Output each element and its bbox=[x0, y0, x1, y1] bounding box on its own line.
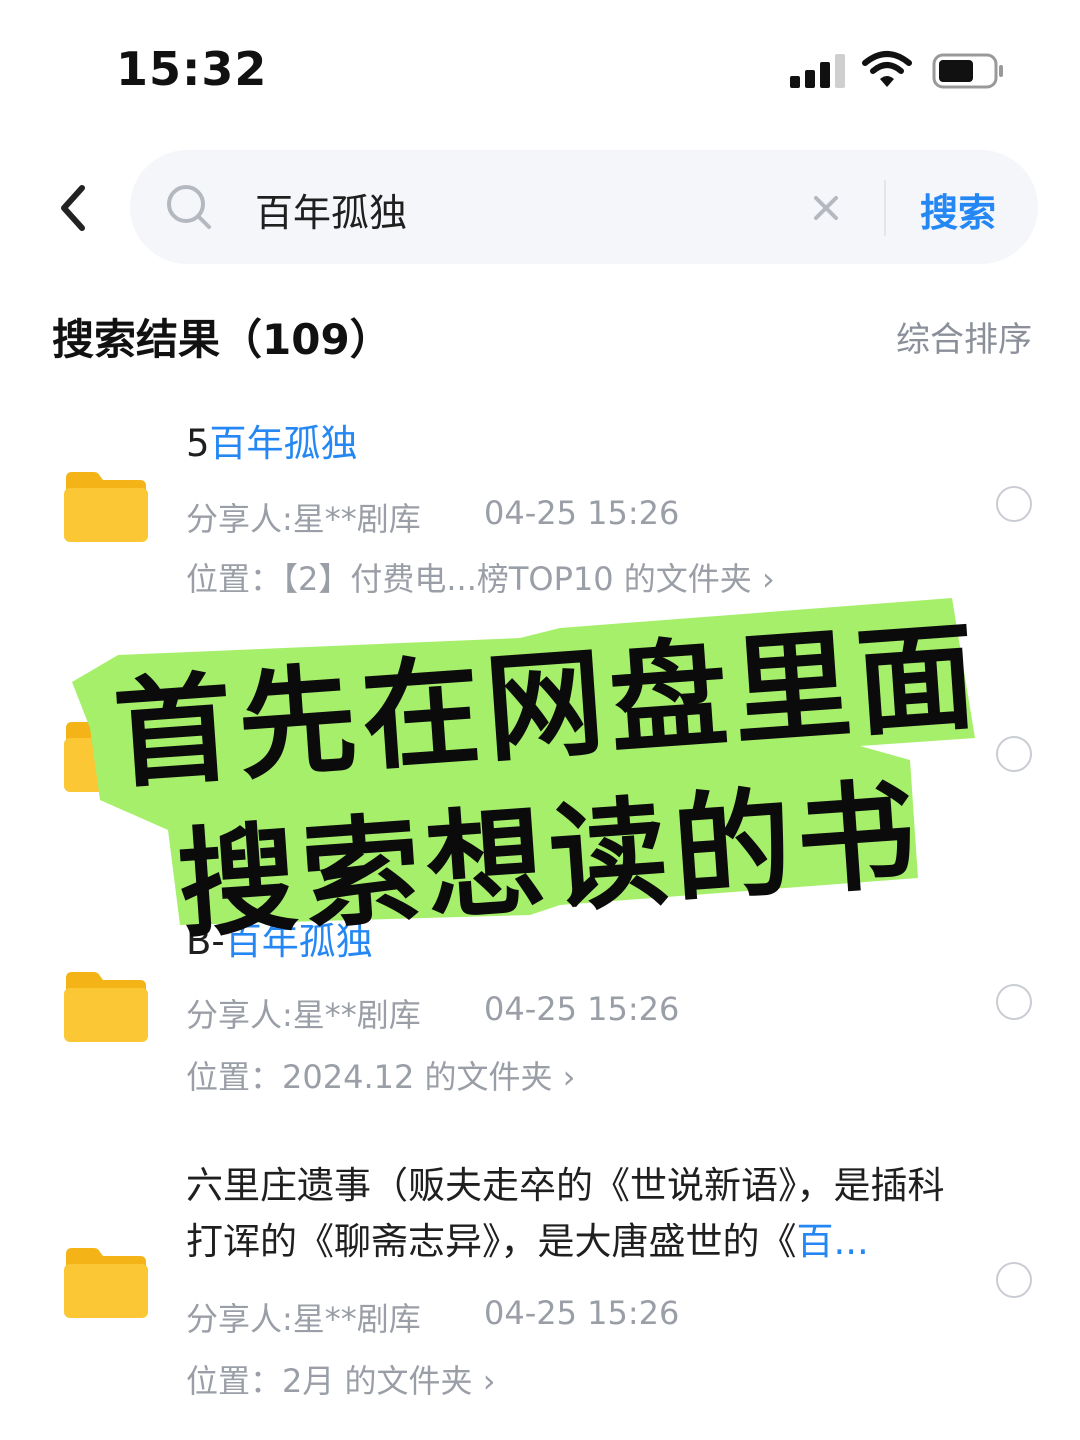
folder-icon bbox=[64, 1248, 148, 1318]
list-item[interactable]: 5百年孤独 分享人:星**剧库 04-25 15:26 位置：【2】付费电...… bbox=[0, 410, 1080, 610]
search-button[interactable]: 搜索 bbox=[920, 182, 996, 237]
item-location[interactable]: 位置：【2】付费电...榜TOP10 的文件夹 › bbox=[186, 554, 775, 600]
select-radio[interactable] bbox=[996, 984, 1032, 1020]
sharer: 分享人:星**剧库 bbox=[186, 1300, 421, 1338]
search-divider bbox=[884, 180, 886, 236]
clear-icon[interactable] bbox=[810, 192, 842, 224]
item-location[interactable]: 位置：2月 的文件夹 › bbox=[186, 1356, 496, 1402]
item-title: 5百年孤独 bbox=[186, 422, 358, 465]
folder-icon bbox=[64, 722, 148, 792]
list-item[interactable]: B-百年孤独 分享人:星**剧库 04-25 15:26 位置：2024.12 … bbox=[0, 910, 1080, 1110]
battery-icon bbox=[932, 53, 1003, 89]
sharer: 分享人:星**剧库 bbox=[186, 500, 421, 538]
results-title: 搜索结果（109） bbox=[52, 315, 392, 364]
item-meta: 分享人:星**剧库 04-25 15:26 bbox=[186, 990, 679, 1036]
item-meta: 分享人:星**剧库 04-25 15:26 bbox=[186, 494, 679, 540]
select-radio[interactable] bbox=[996, 736, 1032, 772]
select-radio[interactable] bbox=[996, 1262, 1032, 1298]
status-bar: 15:32 bbox=[0, 0, 1080, 130]
list-item[interactable]: 六里庄遗事（贩夫走卒的《世说新语》，是插科打诨的《聊斋志异》，是大唐盛世的《百.… bbox=[0, 1158, 1080, 1408]
folder-icon bbox=[64, 972, 148, 1042]
sort-button[interactable]: 综合排序 bbox=[896, 312, 1032, 361]
folder-icon bbox=[64, 472, 148, 542]
back-button[interactable] bbox=[52, 180, 96, 236]
date: 04-25 15:26 bbox=[484, 990, 680, 1028]
item-title: B-百年孤独 bbox=[186, 920, 373, 963]
item-location[interactable]: 位置：2024.12 的文件夹 › bbox=[186, 1052, 575, 1098]
search-icon bbox=[167, 185, 211, 229]
list-item-obscured[interactable] bbox=[0, 660, 1080, 860]
search-bar[interactable]: 百年孤独 搜索 bbox=[130, 150, 1038, 264]
select-radio[interactable] bbox=[996, 486, 1032, 522]
date: 04-25 15:26 bbox=[484, 1294, 680, 1332]
status-time: 15:32 bbox=[116, 42, 268, 96]
search-input[interactable]: 百年孤独 bbox=[255, 182, 407, 237]
wifi-icon bbox=[862, 51, 912, 87]
cellular-signal-icon bbox=[790, 54, 846, 88]
date: 04-25 15:26 bbox=[484, 494, 680, 532]
item-meta: 分享人:星**剧库 04-25 15:26 bbox=[186, 1294, 679, 1340]
sharer: 分享人:星**剧库 bbox=[186, 996, 421, 1034]
item-title: 六里庄遗事（贩夫走卒的《世说新语》，是插科打诨的《聊斋志异》，是大唐盛世的《百.… bbox=[186, 1164, 945, 1263]
